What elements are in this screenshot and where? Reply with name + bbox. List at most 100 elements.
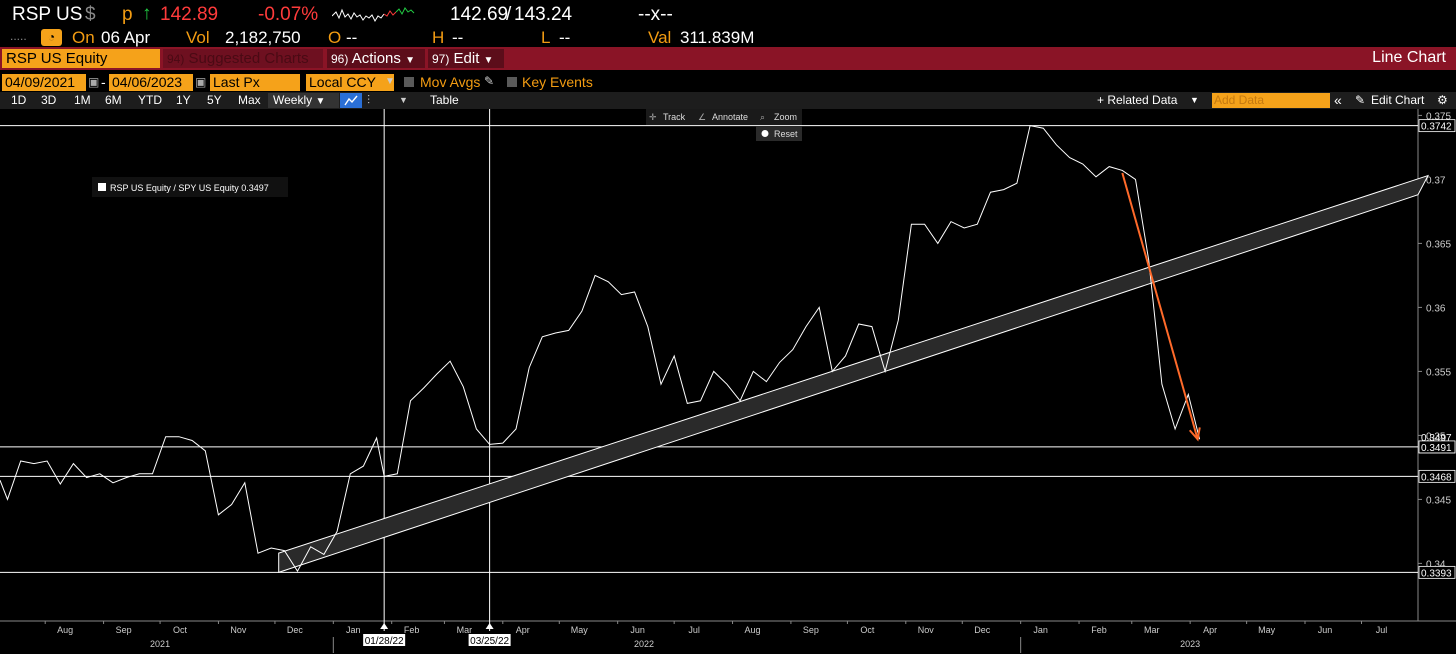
end-date-field[interactable]: 04/06/2023 <box>109 74 193 91</box>
annotate-button[interactable]: Annotate <box>712 112 748 122</box>
reset-icon <box>761 130 769 137</box>
alert-icon[interactable]: ◔ <box>41 29 62 46</box>
open-value: -- <box>346 28 358 47</box>
period-1m[interactable]: 1M <box>74 93 91 108</box>
x-tick-label: Aug <box>745 625 761 635</box>
period-6m[interactable]: 6M <box>105 93 122 108</box>
track-button[interactable]: Track <box>663 112 686 122</box>
last-price: 142.89 <box>160 4 219 25</box>
x-year-label: 2023 <box>1180 639 1200 649</box>
mov-avgs-checkbox[interactable] <box>404 77 414 87</box>
x-year-label: 2021 <box>150 639 170 649</box>
x-tick-label: Jan <box>346 625 361 635</box>
actions-label: Actions <box>351 50 401 67</box>
marker-date-label: 01/28/22 <box>365 636 404 647</box>
menu-bar: RSP US Equity 94) Suggested Charts 96) A… <box>0 47 1456 70</box>
bid-ask-size: --x-- <box>638 4 673 25</box>
frequency-selector[interactable]: Weekly ▼ <box>268 93 339 108</box>
period-5y[interactable]: 5Y <box>207 93 222 108</box>
x-tick-label: Dec <box>287 625 304 635</box>
level-tag-label: 0.3491 <box>1421 443 1452 454</box>
zoom-button[interactable]: Zoom <box>774 112 797 122</box>
x-tick-label: Mar <box>457 625 473 635</box>
up-arrow-icon: ↑ <box>142 3 152 24</box>
currency-symbol: $ <box>85 4 96 25</box>
chevron-down-icon: ▼ <box>315 96 326 107</box>
low-value: -- <box>559 28 571 47</box>
marker-triangle-icon <box>485 623 494 629</box>
date-range-dash: - <box>101 74 106 90</box>
frequency-label: Weekly <box>273 93 313 107</box>
actions-number: 96) <box>331 52 349 66</box>
x-tick-label: Sep <box>803 625 819 635</box>
x-tick-label: Jun <box>1318 625 1333 635</box>
bid-ask-separator: / <box>506 4 512 25</box>
edit-button[interactable]: 97) Edit ▼ <box>428 49 504 68</box>
ticker[interactable]: RSP US <box>12 4 82 26</box>
collapse-icon[interactable]: « <box>1334 93 1342 108</box>
high-label: H <box>432 28 445 47</box>
trend-arrow-line <box>1121 172 1199 440</box>
period-1d[interactable]: 1D <box>11 93 26 108</box>
y-tick-label: 0.355 <box>1426 367 1451 378</box>
x-tick-label: Apr <box>516 625 530 635</box>
chevron-down-icon[interactable]: ▼ <box>399 93 408 108</box>
period-max[interactable]: Max <box>238 93 261 108</box>
val-label: Val <box>648 28 672 47</box>
trend-channel <box>278 174 1430 574</box>
suggested-charts-button[interactable]: 94) Suggested Charts <box>163 49 323 68</box>
high-value: -- <box>452 28 464 47</box>
chevron-down-icon: ▼ <box>405 55 415 66</box>
x-tick-label: Aug <box>57 625 73 635</box>
period-ytd[interactable]: YTD <box>138 93 162 108</box>
pencil-icon[interactable]: ✎ <box>484 74 494 88</box>
period-1y[interactable]: 1Y <box>176 93 191 108</box>
gear-icon[interactable]: ⚙ <box>1437 93 1448 108</box>
period-toolbar: 1D 3D 1M 6M YTD 1Y 5Y Max Weekly ▼ ⫶ ▼ T… <box>0 92 1456 109</box>
x-tick-label: Oct <box>860 625 875 635</box>
edit-label: Edit <box>453 50 480 67</box>
period-3d[interactable]: 3D <box>41 93 56 108</box>
edit-number: 97) <box>432 52 450 66</box>
related-data-button[interactable]: + Related Data <box>1097 93 1177 108</box>
line-chart[interactable]: 0.340.3450.350.3550.360.3650.370.3750.37… <box>0 109 1456 654</box>
table-button[interactable]: Table <box>430 93 459 108</box>
level-tag-label: 0.3468 <box>1421 472 1452 483</box>
x-tick-label: Mar <box>1144 625 1160 635</box>
edit-chart-button[interactable]: Edit Chart <box>1371 93 1424 108</box>
value-traded: 311.839M <box>680 28 755 47</box>
calendar-icon[interactable]: ▣ <box>195 75 206 89</box>
reset-button[interactable]: Reset <box>774 129 798 139</box>
chart-type-title: Line Chart <box>1372 49 1446 66</box>
calendar-icon[interactable]: ▣ <box>88 75 99 89</box>
quote-details: ..... ◔ On 06 Apr Vol 2,182,750 O -- H -… <box>0 26 1456 48</box>
price-flag: p <box>122 4 133 25</box>
y-tick-label: 0.365 <box>1426 239 1451 250</box>
zoom-icon: ⌕ <box>760 113 765 123</box>
line-chart-icon[interactable] <box>340 93 362 108</box>
start-date-field[interactable]: 04/09/2021 <box>2 74 86 91</box>
chevron-down-icon[interactable]: ▼ <box>1190 93 1199 108</box>
legend-label: RSP US Equity / SPY US Equity 0.3497 <box>110 183 269 193</box>
chart-controls: 04/09/2021 ▣ - 04/06/2023 ▣ Last Px Loca… <box>0 72 1456 92</box>
chevron-down-icon[interactable]: ▼ <box>385 76 395 87</box>
security-field[interactable]: RSP US Equity <box>2 49 160 68</box>
x-tick-label: Jul <box>1376 625 1388 635</box>
suggested-charts-label: Suggested Charts <box>188 50 309 67</box>
field-selector[interactable]: Last Px <box>210 74 300 91</box>
chevron-down-icon: ▼ <box>483 55 494 66</box>
bar-chart-icon[interactable]: ⫶ <box>367 93 370 108</box>
x-tick-label: Nov <box>230 625 247 635</box>
x-tick-label: Nov <box>918 625 935 635</box>
x-tick-label: May <box>571 625 589 635</box>
x-tick-label: Sep <box>116 625 132 635</box>
marker-triangle-icon <box>380 623 389 629</box>
key-events-checkbox[interactable] <box>507 77 517 87</box>
add-data-input[interactable]: Add Data <box>1212 93 1330 108</box>
actions-button[interactable]: 96) Actions ▼ <box>327 49 425 68</box>
currency-selector[interactable]: Local CCY <box>306 74 394 91</box>
dots: ..... <box>10 29 27 43</box>
x-tick-label: Oct <box>173 625 188 635</box>
y-tick-label: 0.36 <box>1426 303 1446 314</box>
quote-date: 06 Apr <box>101 28 151 47</box>
